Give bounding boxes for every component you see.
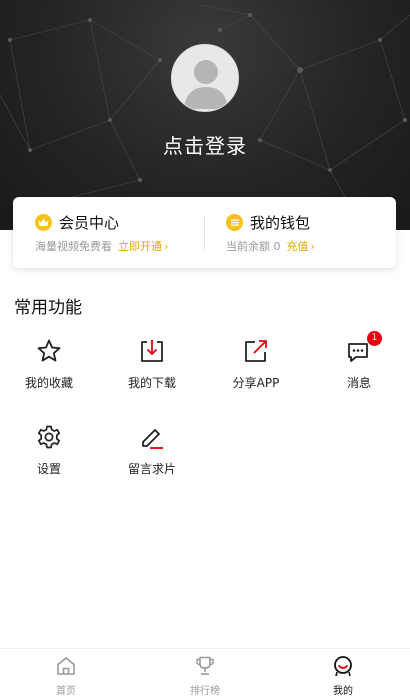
login-button[interactable]: 点击登录 bbox=[0, 130, 410, 159]
star-icon bbox=[36, 338, 62, 364]
download-icon bbox=[139, 338, 165, 364]
section-title: 常用功能 bbox=[14, 298, 82, 318]
messages-button[interactable]: 1 消息 bbox=[308, 331, 410, 408]
message-count-badge: 1 bbox=[367, 331, 382, 346]
bottom-tab-bar: 首页 排行榜 我的 bbox=[0, 648, 410, 700]
wallet-icon bbox=[226, 213, 243, 231]
chevron-right-icon: › bbox=[164, 239, 169, 253]
share-icon bbox=[243, 338, 269, 364]
wallet-title: 我的钱包 bbox=[250, 213, 311, 232]
gear-icon bbox=[36, 424, 62, 450]
home-icon bbox=[55, 655, 77, 677]
my-wallet[interactable]: 我的钱包 当前余额 0 充值 › bbox=[226, 211, 315, 254]
tab-ranking[interactable]: 排行榜 bbox=[165, 655, 245, 697]
chevron-right-icon: › bbox=[310, 239, 315, 253]
crown-icon bbox=[35, 213, 52, 231]
tab-home[interactable]: 首页 bbox=[26, 655, 106, 697]
avatar[interactable] bbox=[171, 44, 239, 112]
settings-button[interactable]: 设置 bbox=[0, 424, 100, 494]
vip-center-title: 会员中心 bbox=[59, 213, 120, 232]
trophy-icon bbox=[194, 655, 216, 677]
favorites-button[interactable]: 我的收藏 bbox=[0, 338, 100, 408]
default-avatar-icon bbox=[172, 45, 238, 111]
network-background bbox=[0, 4, 410, 217]
card-divider bbox=[204, 215, 205, 251]
request-movie-button[interactable]: 留言求片 bbox=[101, 424, 203, 494]
profile-header: 点击登录 bbox=[0, 0, 410, 230]
recharge-link[interactable]: 充值 › bbox=[287, 238, 315, 254]
vip-center[interactable]: 会员中心 海量视频免费看 立即开通 › bbox=[35, 211, 168, 254]
profile-icon bbox=[332, 655, 354, 677]
open-vip-link[interactable]: 立即开通 › bbox=[118, 238, 168, 254]
vip-center-subtitle: 海量视频免费看 bbox=[35, 240, 112, 253]
wallet-balance: 当前余额 0 bbox=[226, 240, 281, 253]
edit-icon bbox=[139, 424, 165, 450]
downloads-button[interactable]: 我的下载 bbox=[101, 338, 203, 408]
account-card: 会员中心 海量视频免费看 立即开通 › 我的钱包 当前余额 0 充值 › bbox=[13, 197, 396, 268]
message-icon: 1 bbox=[346, 331, 382, 364]
share-app-button[interactable]: 分享APP bbox=[205, 338, 307, 408]
tab-mine[interactable]: 我的 bbox=[303, 655, 383, 697]
